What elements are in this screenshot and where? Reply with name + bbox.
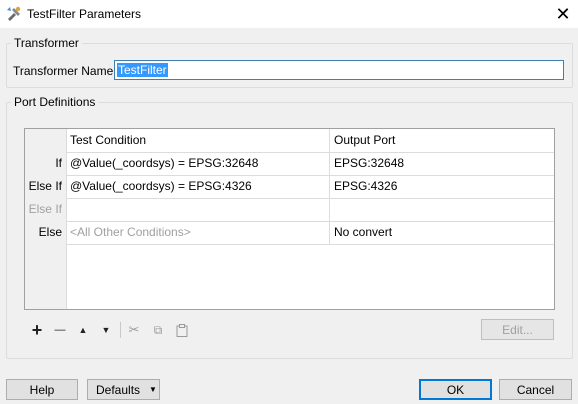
row-label: Else If [28, 202, 62, 216]
chevron-down-icon: ▼ [149, 385, 157, 394]
transformer-name-label: Transformer Name: [13, 64, 117, 78]
close-icon[interactable]: ✕ [548, 0, 578, 28]
column-header-output-port[interactable]: Output Port [334, 129, 549, 152]
condition-cell[interactable]: @Value(_coordsys) = EPSG:32648 [70, 152, 330, 175]
cut-icon[interactable]: ✂ [126, 322, 142, 338]
cancel-button[interactable]: Cancel [499, 379, 572, 400]
grid-line [66, 244, 554, 245]
transformer-name-input[interactable]: TestFilter [114, 60, 564, 80]
grid-line [66, 198, 554, 199]
output-port-cell[interactable]: EPSG:32648 [334, 152, 549, 175]
transformer-group-title: Transformer [11, 36, 82, 50]
port-definitions-table[interactable]: Test Condition Output Port If @Value(_co… [24, 128, 555, 310]
remove-row-icon[interactable]: — [52, 322, 68, 338]
window-title: TestFilter Parameters [27, 7, 142, 21]
condition-cell[interactable]: @Value(_coordsys) = EPSG:4326 [70, 175, 330, 198]
grid-line [66, 221, 554, 222]
output-port-cell[interactable] [334, 198, 549, 221]
column-header-test-condition[interactable]: Test Condition [70, 129, 330, 152]
move-up-icon[interactable]: ▲ [75, 322, 91, 338]
help-button-label: Help [29, 382, 55, 397]
grid-line [329, 129, 330, 244]
condition-cell[interactable]: <All Other Conditions> [70, 221, 330, 244]
ok-button-label: OK [446, 382, 465, 397]
grid-line [66, 152, 554, 153]
move-down-icon[interactable]: ▼ [98, 322, 114, 338]
output-port-cell[interactable]: EPSG:4326 [334, 175, 549, 198]
row-label: Else If [28, 179, 62, 193]
title-bar: TestFilter Parameters ✕ [0, 0, 578, 28]
defaults-button[interactable]: Defaults ▼ [87, 379, 160, 400]
defaults-button-label: Defaults [96, 382, 141, 397]
grid-line [66, 129, 67, 309]
copy-icon[interactable]: ⧉ [150, 322, 166, 338]
edit-button[interactable]: Edit... [481, 319, 554, 340]
add-row-icon[interactable]: + [29, 320, 45, 340]
transformer-name-value: TestFilter [117, 63, 168, 77]
row-label: If [55, 156, 62, 170]
output-port-cell[interactable]: No convert [334, 221, 549, 244]
port-definitions-group-title: Port Definitions [11, 95, 99, 109]
cancel-button-label: Cancel [516, 382, 555, 397]
ok-button[interactable]: OK [419, 379, 492, 400]
condition-cell[interactable] [70, 198, 330, 221]
help-button[interactable]: Help [6, 379, 78, 400]
paste-icon[interactable] [174, 322, 190, 338]
toolbar-separator [120, 322, 121, 338]
edit-button-label: Edit... [502, 322, 533, 337]
row-label: Else [38, 225, 62, 239]
dialog-window: TestFilter Parameters ✕ Transformer Tran… [0, 0, 578, 404]
grid-line [66, 175, 554, 176]
transformer-app-icon [7, 6, 21, 21]
